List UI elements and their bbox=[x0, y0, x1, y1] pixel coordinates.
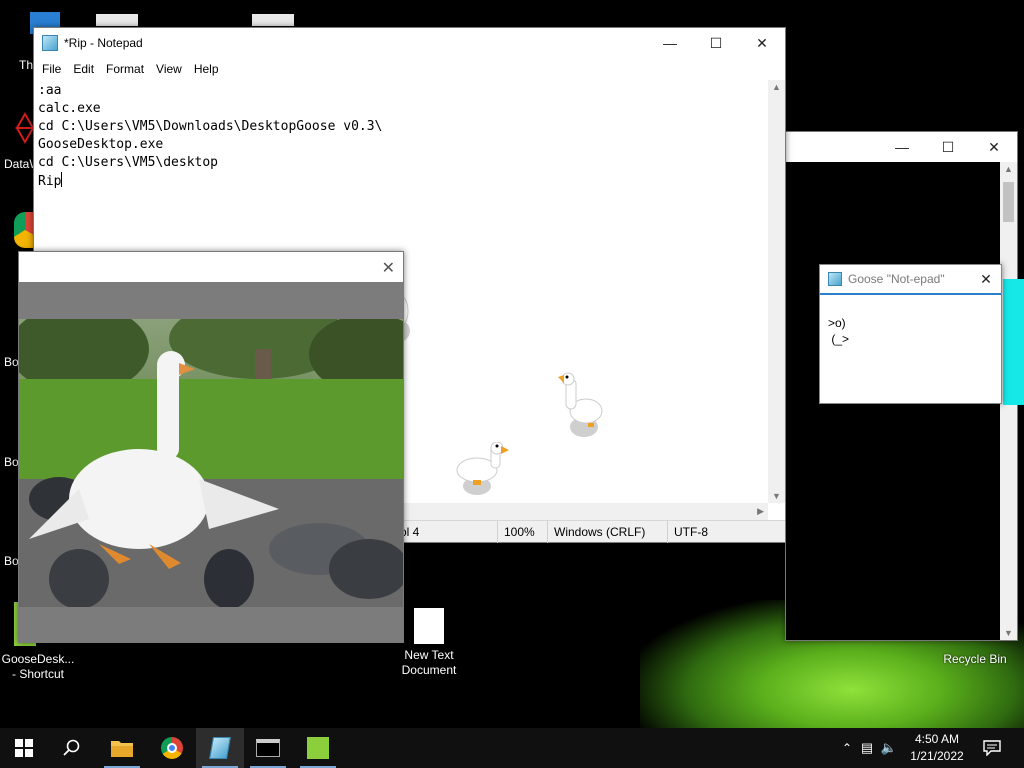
desktop-icon-label: GooseDesk... - Shortcut bbox=[1, 652, 75, 681]
scroll-up-icon[interactable]: ▲ bbox=[772, 82, 781, 92]
minimize-button[interactable]: — bbox=[647, 28, 693, 58]
meme-titlebar[interactable]: ✕ bbox=[19, 252, 403, 282]
taskbar-file-explorer[interactable] bbox=[98, 728, 146, 768]
taskbar-chrome[interactable] bbox=[148, 728, 196, 768]
clock-date: 1/21/2022 bbox=[910, 749, 964, 763]
taskbar-desktop-goose[interactable] bbox=[294, 728, 342, 768]
desktop-icon-recycle-bin[interactable]: Recycle Bin bbox=[935, 652, 1015, 667]
background-window-titlebar[interactable]: — ☐ ✕ bbox=[786, 132, 1017, 162]
status-encoding: UTF-8 bbox=[667, 521, 708, 543]
network-icon[interactable]: ▤ bbox=[856, 740, 878, 756]
scroll-down-icon[interactable]: ▼ bbox=[772, 491, 781, 501]
scroll-right-icon[interactable]: ▶ bbox=[757, 506, 764, 517]
editor-line: cd C:\Users\VM5\desktop bbox=[38, 155, 219, 170]
goose-sprite[interactable] bbox=[453, 441, 513, 501]
menu-edit[interactable]: Edit bbox=[67, 62, 100, 76]
desktop-partial-label: Th bbox=[19, 58, 34, 72]
desktop-icon-label: Recycle Bin bbox=[943, 652, 1007, 666]
goose-note-text[interactable]: >o) (_> bbox=[820, 293, 1001, 403]
close-icon[interactable]: ✕ bbox=[382, 258, 395, 278]
desktop-partial-label: Bo bbox=[4, 355, 19, 369]
notification-icon bbox=[983, 740, 1001, 756]
notepad-icon bbox=[42, 35, 58, 51]
close-button[interactable]: ✕ bbox=[971, 265, 1001, 293]
notepad-titlebar[interactable]: *Rip - Notepad — ☐ ✕ bbox=[34, 28, 785, 58]
taskbar-notepad[interactable] bbox=[196, 728, 244, 768]
editor-line: calc.exe bbox=[38, 101, 101, 116]
close-button[interactable]: ✕ bbox=[739, 28, 785, 58]
folder-icon bbox=[111, 741, 133, 757]
taskbar-command-prompt[interactable] bbox=[244, 728, 292, 768]
menu-bar: File Edit Format View Help bbox=[34, 58, 785, 80]
desktop-icon-label: New Text Document bbox=[401, 648, 457, 677]
status-zoom: 100% bbox=[497, 521, 535, 543]
vertical-scrollbar[interactable]: ▲ ▼ bbox=[768, 80, 785, 503]
taskbar: ⌃ ▤ 🔈 4:50 AM 1/21/2022 bbox=[0, 728, 1024, 768]
editor-line: :aa bbox=[38, 83, 62, 98]
notepad-icon bbox=[209, 737, 231, 759]
meme-padding-top bbox=[19, 282, 403, 319]
windows-logo-icon bbox=[15, 739, 33, 757]
goose-meme-window[interactable]: ✕ bbox=[18, 251, 404, 643]
chrome-icon bbox=[161, 737, 183, 759]
scroll-up-icon[interactable]: ▲ bbox=[1004, 164, 1013, 174]
action-center-button[interactable] bbox=[970, 728, 1014, 768]
search-button[interactable] bbox=[48, 728, 96, 768]
search-icon bbox=[63, 739, 80, 756]
clock-time: 4:50 AM bbox=[914, 732, 960, 746]
menu-file[interactable]: File bbox=[36, 62, 67, 76]
desktop-icon-goose-shortcut[interactable]: GooseDesk... - Shortcut bbox=[0, 652, 76, 682]
goose-meme-image bbox=[19, 319, 403, 607]
file-icon[interactable] bbox=[96, 14, 138, 26]
system-clock[interactable]: 4:50 AM 1/21/2022 bbox=[902, 731, 972, 765]
maximize-button[interactable]: ☐ bbox=[693, 28, 739, 58]
menu-format[interactable]: Format bbox=[100, 62, 150, 76]
goose-icon bbox=[307, 737, 329, 759]
cyan-window-edge bbox=[1003, 279, 1024, 405]
scroll-down-icon[interactable]: ▼ bbox=[1004, 628, 1013, 638]
chevron-up-icon[interactable]: ⌃ bbox=[838, 741, 856, 755]
editor-line: Rip bbox=[38, 174, 62, 189]
volume-icon[interactable]: 🔈 bbox=[878, 740, 900, 756]
goose-note-window[interactable]: Goose "Not-epad" ✕ >o) (_> bbox=[819, 264, 1002, 404]
notepad-icon bbox=[828, 272, 842, 286]
terminal-icon bbox=[256, 739, 280, 757]
scrollbar-thumb[interactable] bbox=[1003, 182, 1014, 222]
goose-note-titlebar[interactable]: Goose "Not-epad" ✕ bbox=[820, 265, 1001, 293]
window-title: Goose "Not-epad" bbox=[848, 272, 945, 286]
text-caret bbox=[61, 172, 63, 187]
editor-line: GooseDesktop.exe bbox=[38, 137, 164, 152]
menu-view[interactable]: View bbox=[150, 62, 188, 76]
minimize-button[interactable]: — bbox=[879, 132, 925, 162]
meme-padding-bottom bbox=[19, 607, 403, 642]
editor-line: cd C:\Users\VM5\Downloads\DesktopGoose v… bbox=[38, 119, 383, 134]
goose-sprite[interactable] bbox=[556, 371, 612, 444]
start-button[interactable] bbox=[0, 728, 48, 768]
desktop-partial-label: Bo bbox=[4, 554, 19, 568]
text-document-icon bbox=[414, 608, 444, 644]
maximize-button[interactable]: ☐ bbox=[925, 132, 971, 162]
system-tray: ⌃ ▤ 🔈 bbox=[838, 728, 900, 768]
desktop-partial-label: Bo bbox=[4, 455, 19, 469]
datawiper-icon[interactable] bbox=[15, 111, 35, 146]
menu-help[interactable]: Help bbox=[188, 62, 225, 76]
file-icon[interactable] bbox=[252, 14, 294, 26]
window-title: *Rip - Notepad bbox=[64, 36, 143, 50]
status-line-ending: Windows (CRLF) bbox=[547, 521, 645, 543]
close-button[interactable]: ✕ bbox=[971, 132, 1017, 162]
